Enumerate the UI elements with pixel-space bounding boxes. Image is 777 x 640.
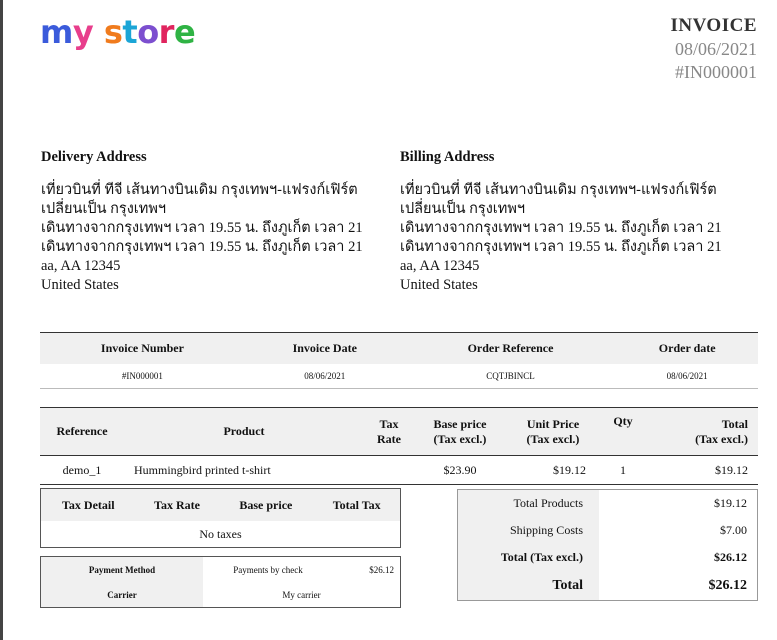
table-row: demo_1 Hummingbird printed t-shirt $23.9…	[40, 455, 758, 485]
address-line: เที่ยวบินที่ ทีจี เส้นทางบินเดิม กรุงเทพ…	[400, 182, 717, 198]
cell-unit-price: $19.12	[506, 455, 600, 485]
column-header-product: Product	[124, 407, 364, 456]
header-line: Rate	[377, 431, 401, 446]
cell-base-price: $23.90	[414, 455, 506, 485]
total-tax-excl-value: $26.12	[714, 550, 747, 564]
table-cell: 08/06/2021	[616, 364, 758, 389]
total-tax-excl-label: Total (Tax excl.)	[457, 544, 599, 571]
invoice-number: #IN000001	[675, 62, 757, 82]
cell-qty: 1	[600, 455, 646, 485]
cell-tax-rate	[364, 455, 414, 485]
logo-letter: t	[122, 13, 138, 51]
carrier-label: Carrier	[40, 582, 203, 608]
payment-amount: $26.12	[369, 564, 394, 575]
billing-address-heading: Billing Address	[400, 149, 495, 165]
logo-letter: y	[72, 13, 94, 51]
column-header: Invoice Date	[244, 332, 405, 364]
column-header-tax-rate: Tax Rate	[364, 407, 414, 456]
invoice-header: INVOICE 08/06/2021 #IN000001	[670, 14, 757, 84]
logo-letter: s	[103, 13, 123, 51]
payment-method-label: Payment Method	[40, 556, 203, 582]
column-header-qty: Qty	[600, 407, 646, 456]
column-header: Order Reference	[404, 332, 617, 364]
payment-table: Payment Method Payments by check $26.12 …	[40, 556, 401, 608]
address-line: United States	[400, 277, 478, 293]
table-row: No taxes	[41, 521, 401, 548]
table-row: Carrier My carrier	[40, 582, 401, 608]
address-line: United States	[41, 277, 119, 293]
cell-reference: demo_1	[40, 455, 124, 485]
column-header: Tax Detail	[40, 488, 136, 521]
logo-letter: r	[158, 13, 175, 51]
table-cell: #IN000001	[40, 364, 245, 389]
no-taxes-text: No taxes	[199, 526, 242, 541]
header-line: (Tax excl.)	[433, 431, 487, 446]
address-line: aa, AA 12345	[41, 258, 121, 274]
grand-total-value: $26.12	[708, 577, 748, 593]
column-header-unit-price: Unit Price (Tax excl.)	[506, 407, 600, 456]
address-line: เดินทางจากกรุงเทพฯ เวลา 19.55 น. ถึงภูเก…	[400, 220, 722, 236]
table-row: Shipping Costs $7.00	[457, 517, 758, 544]
table-row: Total $26.12	[457, 571, 758, 601]
column-header: Base price	[218, 488, 314, 521]
totals-table: Total Products $19.12 Shipping Costs $7.…	[457, 489, 758, 601]
tax-detail-table: Tax Detail Tax Rate Base price Total Tax…	[40, 488, 401, 548]
logo-letter: o	[137, 13, 159, 51]
table-header-row: Invoice Number Invoice Date Order Refere…	[40, 332, 758, 364]
invoice-date: 08/06/2021	[674, 39, 757, 59]
cell-total: $19.12	[646, 455, 758, 485]
address-line: เดินทางจากกรุงเทพฯ เวลา 19.55 น. ถึงภูเก…	[41, 220, 363, 236]
table-row: Total (Tax excl.) $26.12	[457, 544, 758, 571]
shipping-costs-label: Shipping Costs	[457, 517, 599, 544]
delivery-address-heading: Delivery Address	[41, 149, 147, 165]
delivery-address: Delivery Address เที่ยวบินที่ ทีจี เส้นท…	[41, 148, 371, 295]
logo-letter	[93, 12, 104, 52]
address-line: aa, AA 12345	[400, 258, 480, 274]
address-line: เปลี่ยนเป็น กรุงเทพฯ	[400, 201, 526, 217]
payment-method-value: Payments by check	[233, 564, 303, 575]
products-table: Reference Product Tax Rate Base price (Tax…	[40, 407, 758, 485]
cell-product: Hummingbird printed t-shirt	[124, 455, 364, 485]
table-cell: 08/06/2021	[244, 364, 405, 389]
column-header-reference: Reference	[40, 407, 124, 456]
invoice-title: INVOICE	[670, 15, 757, 36]
column-header: Tax Rate	[135, 488, 219, 521]
header-line: Total	[721, 416, 748, 431]
header-line: Base price	[433, 416, 487, 431]
table-row: Total Products $19.12	[457, 489, 758, 517]
shipping-costs-value: $7.00	[720, 523, 747, 537]
table-row: Payment Method Payments by check $26.12	[40, 556, 401, 582]
column-header: Invoice Number	[40, 332, 245, 364]
header-line: (Tax excl.)	[526, 431, 580, 446]
column-header: Order date	[616, 332, 758, 364]
invoice-summary-table: Invoice Number Invoice Date Order Refere…	[40, 332, 758, 389]
total-products-value: $19.12	[714, 496, 747, 510]
grand-total-label: Total	[457, 571, 599, 601]
carrier-value: My carrier	[282, 589, 321, 600]
table-header-row: Reference Product Tax Rate Base price (Tax…	[40, 407, 758, 456]
store-logo: my store	[40, 12, 196, 52]
address-line: เปลี่ยนเป็น กรุงเทพฯ	[41, 201, 167, 217]
address-line: เดินทางจากกรุงเทพฯ เวลา 19.55 น. ถึงภูเก…	[400, 239, 722, 255]
page-edge	[0, 0, 3, 640]
billing-address: Billing Address เที่ยวบินที่ ทีจี เส้นทา…	[400, 148, 730, 295]
column-header-total: Total (Tax excl.)	[646, 407, 758, 456]
logo-letter: e	[173, 13, 196, 51]
address-line: เที่ยวบินที่ ทีจี เส้นทางบินเดิม กรุงเทพ…	[41, 182, 358, 198]
header-line: Tax	[379, 416, 399, 431]
logo-letter: m	[40, 13, 73, 51]
table-cell: CQTJBINCL	[404, 364, 617, 389]
header-line: (Tax excl.)	[695, 431, 748, 446]
table-header-row: Tax Detail Tax Rate Base price Total Tax	[40, 488, 401, 521]
total-products-label: Total Products	[457, 489, 599, 517]
column-header-base-price: Base price (Tax excl.)	[414, 407, 506, 456]
column-header: Total Tax	[313, 488, 401, 521]
header-line: Unit Price	[526, 416, 580, 431]
address-line: เดินทางจากกรุงเทพฯ เวลา 19.55 น. ถึงภูเก…	[41, 239, 363, 255]
table-row: #IN000001 08/06/2021 CQTJBINCL 08/06/202…	[40, 364, 758, 389]
